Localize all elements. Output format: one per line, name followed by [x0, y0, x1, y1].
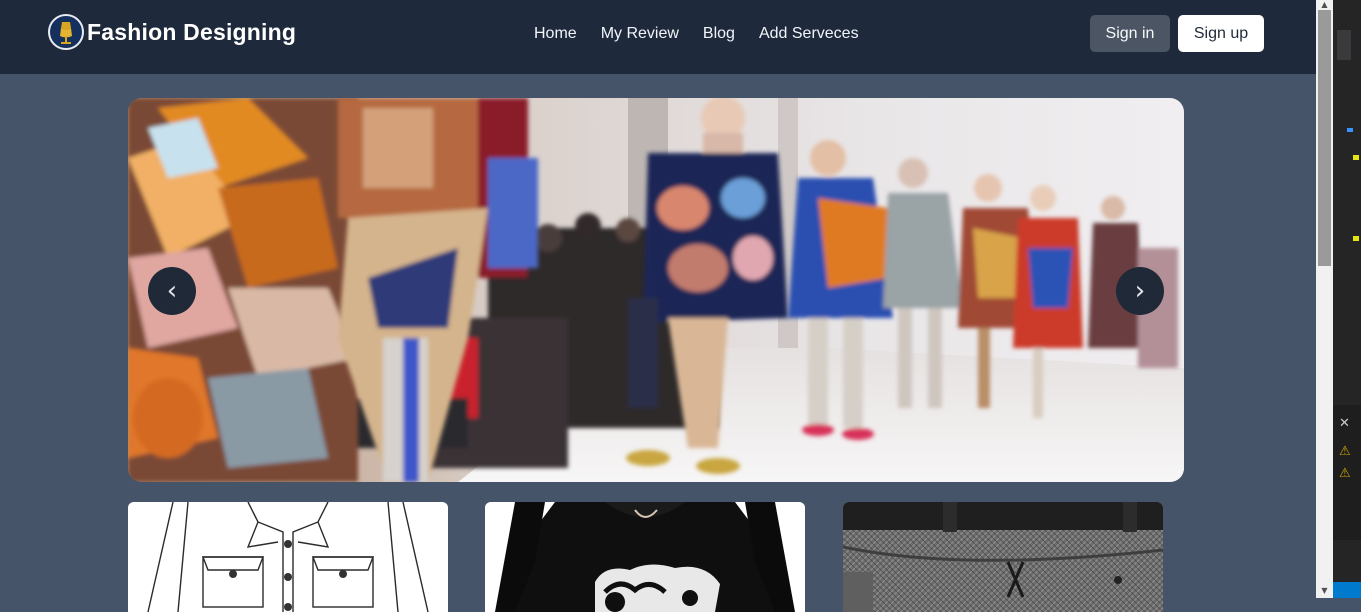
scroll-up-icon[interactable]: ▲	[1316, 0, 1333, 10]
trousers-image	[843, 502, 1163, 612]
scrollbar-thumb[interactable]	[1318, 10, 1331, 266]
tshirt-image	[485, 502, 805, 612]
warning-icon: ⚠	[1339, 444, 1351, 459]
service-card-tshirt[interactable]	[485, 502, 805, 612]
hero-carousel: ‹ ›	[128, 98, 1184, 482]
sign-in-button[interactable]: Sign in	[1090, 15, 1170, 52]
jacket-sketch-image	[128, 502, 448, 612]
close-icon[interactable]: ✕	[1339, 416, 1350, 431]
page-scrollbar[interactable]: ▲ ▼	[1316, 0, 1333, 598]
scroll-down-icon[interactable]: ▼	[1316, 586, 1333, 596]
chevron-right-icon: ›	[1134, 276, 1146, 306]
top-navbar: Fashion Designing Home My Review Blog Ad…	[0, 0, 1316, 74]
minimap-marker	[1353, 155, 1359, 160]
carousel-next-button[interactable]: ›	[1116, 267, 1164, 315]
chevron-left-icon: ‹	[166, 276, 178, 306]
dress-form-icon	[48, 14, 84, 50]
service-card-trousers[interactable]	[843, 502, 1163, 612]
minimap-marker	[1347, 128, 1353, 132]
side-panel: ✕ ⚠ ⚠	[1333, 0, 1361, 598]
runway-image	[128, 98, 1184, 482]
nav-home[interactable]: Home	[534, 25, 577, 43]
status-bar	[1333, 582, 1361, 598]
nav-add-services[interactable]: Add Serveces	[759, 25, 859, 43]
service-card-jacket[interactable]	[128, 502, 448, 612]
nav-my-review[interactable]: My Review	[601, 25, 679, 43]
minimap-marker	[1353, 236, 1359, 241]
main-nav: Home My Review Blog Add Serveces	[534, 25, 883, 43]
sign-up-button[interactable]: Sign up	[1178, 15, 1264, 52]
brand-title: Fashion Designing	[87, 18, 297, 45]
nav-blog[interactable]: Blog	[703, 25, 735, 43]
brand-link[interactable]: Fashion Designing	[48, 14, 296, 50]
carousel-prev-button[interactable]: ‹	[148, 267, 196, 315]
minimap	[1337, 30, 1351, 60]
warning-icon: ⚠	[1339, 466, 1351, 481]
